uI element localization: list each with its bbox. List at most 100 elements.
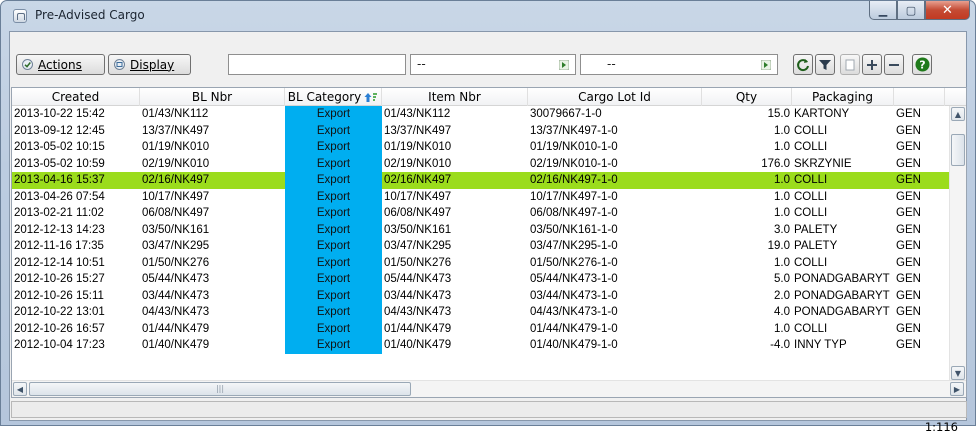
table-cell: 05/44/NK473 (142, 273, 210, 285)
help-button[interactable]: ? (912, 54, 932, 75)
table-row[interactable]: 2013-05-02 10:59 02/19/NK010 Export 02/19/N… (12, 155, 950, 172)
add-button[interactable] (862, 54, 882, 75)
table-cell: GEN (896, 157, 921, 170)
table-cell: 01/19/NK010-1-0 (530, 141, 618, 153)
table-cell: 2012-10-26 16:57 (14, 322, 105, 335)
table-cell: 06/08/NK497 (142, 207, 210, 219)
table-cell: 2013-04-26 07:54 (14, 190, 105, 203)
table-cell: COLLI (794, 174, 828, 186)
svg-text:?: ? (919, 59, 925, 72)
table-cell: 10/17/NK497-1-0 (530, 190, 618, 203)
table-cell: 03/50/NK161 (142, 223, 210, 236)
column-header[interactable] (894, 88, 945, 106)
table-cell: 30079667-1-0 (530, 108, 602, 120)
table-row[interactable]: 2012-10-26 15:11 03/44/NK473 Export 03/44/N… (12, 287, 950, 304)
scroll-thumb[interactable] (951, 134, 965, 166)
table-row[interactable]: 2013-09-12 12:45 13/37/NK497 Export 13/37/N… (12, 122, 950, 139)
table-cell: Export (285, 320, 382, 337)
table-cell: COLLI (794, 141, 828, 153)
table-row[interactable]: 2013-02-21 11:02 06/08/NK497 Export 06/08/N… (12, 205, 950, 222)
table-cell: 3.0 (774, 223, 790, 236)
table-cell: GEN (896, 306, 921, 318)
column-header[interactable]: Item Nbr (382, 88, 528, 106)
table-cell: Export (285, 106, 382, 123)
table-cell: 02/16/NK497-1-0 (530, 174, 618, 186)
table-cell: PONADGABARYT (794, 289, 890, 302)
table-cell: 06/08/NK497-1-0 (530, 207, 618, 219)
table-cell: COLLI (794, 207, 828, 219)
filter1-select[interactable]: -- (410, 54, 576, 75)
table-row[interactable]: 2012-10-26 16:57 01/44/NK479 Export 01/44/N… (12, 320, 950, 337)
minimize-button[interactable]: ▁ (869, 1, 897, 20)
scroll-up-button[interactable]: ▲ (951, 107, 965, 121)
table-cell: GEN (896, 256, 921, 269)
vertical-scrollbar[interactable]: ▲ ▼ (949, 106, 966, 381)
table-cell: 03/44/NK473 (384, 289, 452, 302)
table-cell: Export (285, 254, 382, 271)
filter2-select[interactable]: -- (580, 54, 778, 75)
table-row[interactable]: 2013-04-26 07:54 10/17/NK497 Export 10/17/N… (12, 188, 950, 205)
filter1-value: -- (417, 57, 426, 71)
filter-button[interactable] (815, 54, 835, 75)
table-cell: COLLI (794, 322, 828, 335)
scroll-right-button[interactable]: ▶ (950, 382, 964, 396)
table-cell: 03/47/NK295 (384, 240, 452, 252)
table-cell: 19.0 (767, 240, 790, 252)
add-icon (867, 59, 877, 70)
table-cell: Export (285, 221, 382, 238)
table-row[interactable]: 2012-10-04 17:23 01/40/NK479 Export 01/40/N… (12, 337, 950, 354)
table-cell: 2012-10-04 17:23 (14, 339, 105, 351)
chevron-left-icon: ◀ (16, 384, 24, 394)
table-row[interactable]: 2013-10-22 15:42 01/43/NK112 Export 01/43/N… (12, 106, 950, 123)
column-header[interactable]: BL Nbr (140, 88, 285, 106)
table-cell: COLLI (794, 256, 828, 269)
table-cell: 13/37/NK497 (384, 124, 452, 137)
table-cell: 176.0 (761, 157, 790, 170)
search-input[interactable] (228, 54, 406, 75)
column-header-bl-category[interactable]: BL Category (285, 88, 382, 106)
close-button[interactable]: ✕ (925, 1, 970, 20)
remove-button[interactable] (884, 54, 904, 75)
table-row[interactable]: 2012-12-14 10:51 01/50/NK276 Export 01/50/N… (12, 254, 950, 271)
maximize-icon: ▢ (905, 3, 917, 17)
table-cell: 10/17/NK497 (142, 190, 210, 203)
column-header[interactable]: Packaging (792, 88, 894, 106)
table-cell: 2013-02-21 11:02 (14, 207, 104, 219)
status-bar (11, 401, 967, 418)
column-header[interactable]: Qty (702, 88, 792, 106)
copy-button[interactable] (840, 54, 860, 75)
actions-button[interactable]: Actions (16, 54, 105, 75)
table-cell: INNY TYP (794, 339, 847, 351)
table-cell: GEN (896, 207, 921, 219)
table-row[interactable]: 2012-12-13 14:23 03/50/NK161 Export 03/50/N… (12, 221, 950, 238)
table-row[interactable]: 2012-10-26 15:27 05/44/NK473 Export 05/44/N… (12, 271, 950, 288)
table-cell: 06/08/NK497 (384, 207, 452, 219)
scroll-left-button[interactable]: ◀ (13, 382, 27, 396)
table-cell: Export (285, 205, 382, 222)
title-bar: Pre-Advised Cargo ▁ ▢ ✕ (1, 1, 975, 31)
table-cell: GEN (896, 108, 921, 120)
refresh-button[interactable] (793, 54, 813, 75)
chevron-down-icon: ▼ (954, 368, 962, 378)
table-cell: 2.0 (774, 289, 790, 302)
table-row[interactable]: 2012-10-22 13:01 04/43/NK473 Export 04/43/N… (12, 304, 950, 321)
table-cell: 01/19/NK010 (384, 141, 452, 153)
minimize-icon: ▁ (878, 3, 888, 17)
table-cell: 2012-10-26 15:11 (14, 289, 104, 302)
column-header[interactable]: Cargo Lot Id (528, 88, 702, 106)
table-cell: 01/43/NK112 (142, 108, 209, 120)
table-row[interactable]: 2013-05-02 10:15 01/19/NK010 Export 01/19/N… (12, 139, 950, 156)
maximize-button[interactable]: ▢ (897, 1, 925, 20)
table-cell: 01/50/NK276 (384, 256, 452, 269)
horizontal-scroll-thumb[interactable]: ||| (29, 382, 411, 396)
table-cell: 2012-12-13 14:23 (14, 223, 105, 236)
table-cell: 2012-12-14 10:51 (14, 256, 105, 269)
table-row[interactable]: 2013-04-16 15:37 02/16/NK497 Export 02/16/N… (12, 172, 950, 189)
horizontal-scrollbar[interactable]: ◀ ||| ▶ (12, 380, 966, 397)
column-header[interactable]: Created (12, 88, 140, 106)
display-button[interactable]: Display (108, 54, 191, 75)
table-cell: 01/19/NK010 (142, 141, 210, 153)
display-label: Display (130, 57, 175, 72)
scroll-down-button[interactable]: ▼ (951, 366, 965, 380)
table-row[interactable]: 2012-11-16 17:35 03/47/NK295 Export 03/47/N… (12, 238, 950, 255)
